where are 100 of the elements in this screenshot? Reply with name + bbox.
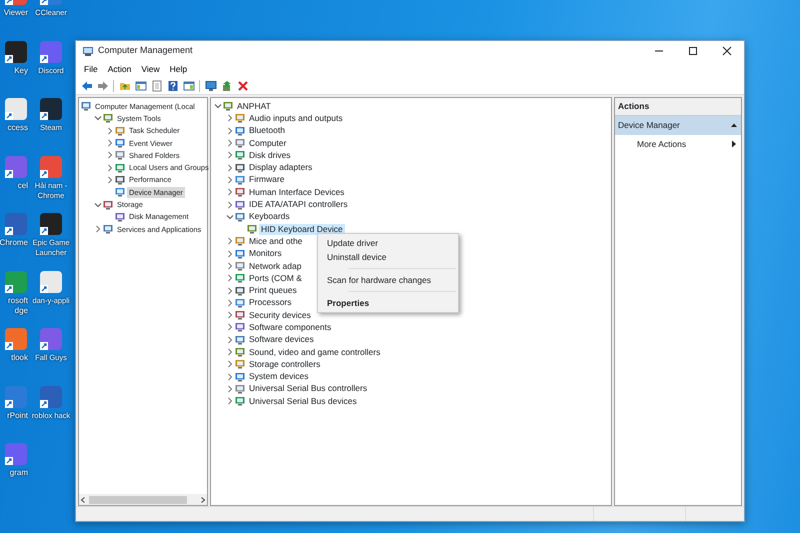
monitor-icon <box>204 80 216 92</box>
chevron-right-icon[interactable] <box>225 322 235 332</box>
chevron-right-icon[interactable] <box>225 396 235 406</box>
desktop-icon-label[interactable]: rosoft dge <box>0 296 28 316</box>
maximize-icon <box>688 46 698 56</box>
chevron-right-icon[interactable] <box>93 224 103 234</box>
chevron-right-icon[interactable] <box>225 236 235 246</box>
app-icon <box>4 40 28 64</box>
context-menu-item[interactable]: Properties <box>319 296 457 310</box>
tree-item[interactable]: Sound, video and game controllers <box>247 346 382 358</box>
close-icon <box>722 46 732 56</box>
console-icon <box>103 113 113 124</box>
chevron-right-icon[interactable] <box>225 384 235 394</box>
desktop-icon-label[interactable]: Chrome <box>0 238 28 248</box>
chevron-right-icon[interactable] <box>225 298 235 308</box>
desktop-icon-label[interactable]: tlook <box>0 353 28 363</box>
sheet-icon <box>150 80 162 92</box>
tree-item[interactable]: Mice and othe <box>247 236 304 247</box>
tree-item[interactable]: HID Keyboard Device <box>259 224 345 235</box>
desktop-icon-label[interactable]: Viewer <box>0 8 28 18</box>
tree-item[interactable]: Universal Serial Bus controllers <box>247 383 370 394</box>
chevron-right-icon[interactable] <box>225 372 235 382</box>
tree-item[interactable]: Human Interface Devices <box>247 186 346 198</box>
desktop-icon-label[interactable]: ccess <box>0 123 28 133</box>
device-icon <box>235 261 245 271</box>
tree-item[interactable]: Computer <box>247 138 288 149</box>
device-icon <box>235 322 245 332</box>
tree-item[interactable]: Storage controllers <box>247 358 322 370</box>
chevron-right-icon[interactable] <box>225 200 235 210</box>
action-pane-button[interactable] <box>181 78 196 92</box>
menu-item[interactable]: View <box>136 62 165 76</box>
tree-item[interactable]: Universal Serial Bus devices <box>247 396 359 407</box>
context-menu-item[interactable]: Scan for hardware changes <box>319 273 457 287</box>
chevron-right-icon[interactable] <box>225 310 235 320</box>
uninstall-button[interactable] <box>235 78 250 92</box>
chevron-right-icon[interactable] <box>225 113 235 124</box>
right-arrow-icon <box>96 80 108 92</box>
console-icon <box>103 200 113 210</box>
tree-item[interactable]: Software components <box>247 322 334 333</box>
app-icon <box>4 154 28 178</box>
forward-button[interactable] <box>95 78 110 92</box>
chevron-right-icon[interactable] <box>105 126 115 136</box>
chevron-right-icon[interactable] <box>225 359 235 370</box>
tree-item[interactable]: Software devices <box>247 334 316 346</box>
tree-item[interactable]: Disk drives <box>247 150 293 161</box>
desktop-icon-label[interactable]: cel <box>0 180 28 190</box>
action-link[interactable]: More Actions <box>637 138 686 150</box>
chevron-right-icon[interactable] <box>225 248 235 259</box>
horizontal-scrollbar[interactable] <box>79 494 207 505</box>
chevron-right-icon[interactable] <box>105 174 115 185</box>
chevron-right-icon[interactable] <box>225 286 235 296</box>
chevron-right-icon[interactable] <box>225 162 235 173</box>
tree-item[interactable]: Network adap <box>247 260 304 272</box>
console-icon <box>81 101 91 112</box>
chevron-right-icon[interactable] <box>225 261 235 271</box>
console-icon <box>115 174 125 185</box>
chevron-right-icon[interactable] <box>225 334 235 345</box>
context-menu-item[interactable]: Update driver <box>319 236 457 250</box>
tree-item[interactable]: Security devices <box>247 310 313 321</box>
tree-item[interactable]: Firmware <box>247 174 286 186</box>
tree-item[interactable]: Monitors <box>247 248 284 260</box>
left-arrow-icon <box>80 80 92 92</box>
menu-item[interactable]: Action <box>102 62 136 76</box>
chevron-right-icon <box>199 496 207 504</box>
menu-item[interactable]: Help <box>164 62 192 76</box>
device-icon <box>235 248 245 259</box>
tree-item[interactable]: Audio inputs and outputs <box>247 112 345 124</box>
chevron-right-icon[interactable] <box>225 273 235 284</box>
desktop-icon-label[interactable]: Key <box>0 66 28 76</box>
menu-item[interactable]: File <box>79 62 103 76</box>
chevron-right-icon[interactable] <box>105 150 115 160</box>
device-icon <box>235 347 245 358</box>
tree-item[interactable]: Keyboards <box>247 211 292 222</box>
tree-item[interactable]: Processors <box>247 297 294 308</box>
tree-item[interactable]: Ports (COM & <box>247 272 304 284</box>
monitor-button[interactable] <box>203 78 218 92</box>
desktop-icon-label[interactable]: rPoint <box>0 410 28 420</box>
tree-item[interactable]: ANPHAT <box>235 100 273 112</box>
context-menu-item[interactable]: Uninstall device <box>319 250 457 264</box>
tree-item[interactable]: Bluetooth <box>247 125 287 136</box>
device-icon <box>235 359 245 370</box>
chevron-right-icon[interactable] <box>225 126 235 136</box>
chevron-right-icon[interactable] <box>225 174 235 185</box>
console-icon <box>115 187 125 198</box>
chevron-right-icon[interactable] <box>225 150 235 160</box>
app-icon <box>4 384 28 408</box>
chevron-right-icon[interactable] <box>225 138 235 148</box>
console-icon <box>115 126 125 136</box>
tree-item[interactable]: Print queues <box>247 285 299 296</box>
tree-item[interactable]: IDE ATA/ATAPI controllers <box>247 199 350 210</box>
chevron-right-icon[interactable] <box>225 347 235 358</box>
tree-item[interactable]: Display adapters <box>247 162 314 174</box>
chevron-right-icon[interactable] <box>105 138 115 148</box>
chevron-right-icon[interactable] <box>225 187 235 198</box>
device-icon <box>235 298 245 308</box>
console-tree-button[interactable] <box>133 78 148 92</box>
chevron-right-icon[interactable] <box>105 162 115 173</box>
desktop-icon-label[interactable]: gram <box>0 468 28 478</box>
device-icon <box>235 396 245 406</box>
tree-item[interactable]: System devices <box>247 371 311 382</box>
